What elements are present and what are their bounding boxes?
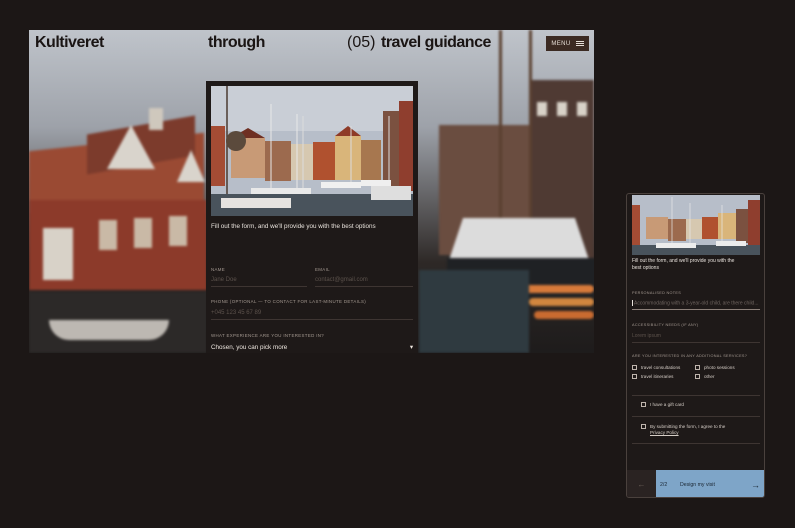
checkbox-icon	[632, 374, 637, 379]
gift-card-label: I have a gift card	[650, 402, 684, 407]
section-number: (05)	[347, 34, 376, 51]
cta-label: Design my visit	[680, 481, 715, 488]
arrow-left-icon: ←	[637, 480, 646, 489]
service-option-label: travel itineraries	[641, 374, 674, 379]
checkbox-icon	[641, 424, 646, 429]
form-footer: ← 2/2 Design my visit →	[627, 470, 764, 497]
arrow-right-icon: →	[751, 479, 760, 490]
brand-logo[interactable]: Kultiveret	[35, 34, 104, 52]
checkbox-icon	[641, 402, 646, 407]
experience-label: WHAT EXPERIENCE ARE YOU INTERESTED IN?	[211, 333, 325, 338]
divider	[632, 395, 760, 396]
service-option-label: photo sessions	[704, 365, 735, 370]
notes-value: Accommodating with a 3-year-old child, a…	[634, 300, 759, 307]
form-intro-text: Fill out the form, and we'll provide you…	[211, 223, 376, 230]
inquiry-form: Fill out the form, and we'll provide you…	[206, 81, 418, 353]
accessibility-field[interactable]: Lorem ipsum	[632, 333, 760, 343]
name-field[interactable]: Jane Doe	[211, 277, 307, 287]
email-label: EMAIL	[315, 267, 330, 272]
name-label: NAME	[211, 267, 226, 272]
canal-harbor-photo	[211, 86, 413, 216]
menu-label: MENU	[551, 40, 571, 47]
services-label: ARE YOU INTERESTED IN ANY ADDITIONAL SER…	[632, 354, 748, 358]
hamburger-icon	[575, 41, 584, 46]
mobile-form-intro: Fill out the form, and we'll provide you…	[632, 258, 735, 271]
divider	[632, 416, 760, 417]
service-option[interactable]: photo sessions	[695, 365, 735, 370]
privacy-agree-text: By submitting the form, I agree to the P…	[650, 424, 725, 436]
text-caret	[632, 300, 633, 306]
menu-button[interactable]: MENU	[546, 36, 589, 51]
experience-value: Chosen, you can pick more	[211, 344, 288, 351]
desktop-preview: Kultiveret through (05) travel guidance …	[29, 30, 594, 353]
chevron-down-icon: ▾	[409, 344, 413, 351]
email-field[interactable]: contact@gmail.com	[315, 277, 413, 287]
nav-through: through	[208, 34, 265, 51]
privacy-policy-link[interactable]: Privacy Policy	[650, 430, 679, 435]
service-option-label: other	[704, 374, 715, 379]
divider	[632, 443, 760, 444]
service-option[interactable]: travel itineraries	[632, 374, 673, 379]
checkbox-icon	[695, 374, 700, 379]
checkbox-icon	[632, 365, 637, 370]
gift-card-checkbox[interactable]: I have a gift card	[641, 402, 684, 407]
mobile-preview: Fill out the form, and we'll provide you…	[626, 193, 765, 498]
agree-text: By submitting the form, I agree to the	[650, 424, 726, 429]
design-my-visit-button[interactable]: 2/2 Design my visit →	[656, 470, 764, 497]
notes-field[interactable]: Accommodating with a 3-year-old child, a…	[632, 300, 760, 311]
back-button[interactable]: ←	[627, 470, 656, 497]
service-option-label: travel consultations	[641, 365, 681, 370]
phone-label: PHONE (OPTIONAL — TO CONTACT FOR LAST-MI…	[211, 299, 367, 304]
experience-select[interactable]: Chosen, you can pick more ▾	[211, 344, 413, 351]
section-title: travel guidance	[381, 34, 491, 51]
privacy-agree-checkbox[interactable]: By submitting the form, I agree to the P…	[641, 424, 725, 436]
step-indicator: 2/2	[660, 481, 668, 488]
phone-field[interactable]: +045 123 45 67 89	[211, 310, 413, 320]
checkbox-icon	[695, 365, 700, 370]
accessibility-label: ACCESSIBILITY NEEDS (IF ANY)	[632, 323, 699, 327]
service-option[interactable]: travel consultations	[632, 365, 680, 370]
service-option[interactable]: other	[695, 374, 714, 379]
notes-label: PERSONALISED NOTES	[632, 291, 682, 295]
mobile-canal-photo	[632, 195, 760, 255]
